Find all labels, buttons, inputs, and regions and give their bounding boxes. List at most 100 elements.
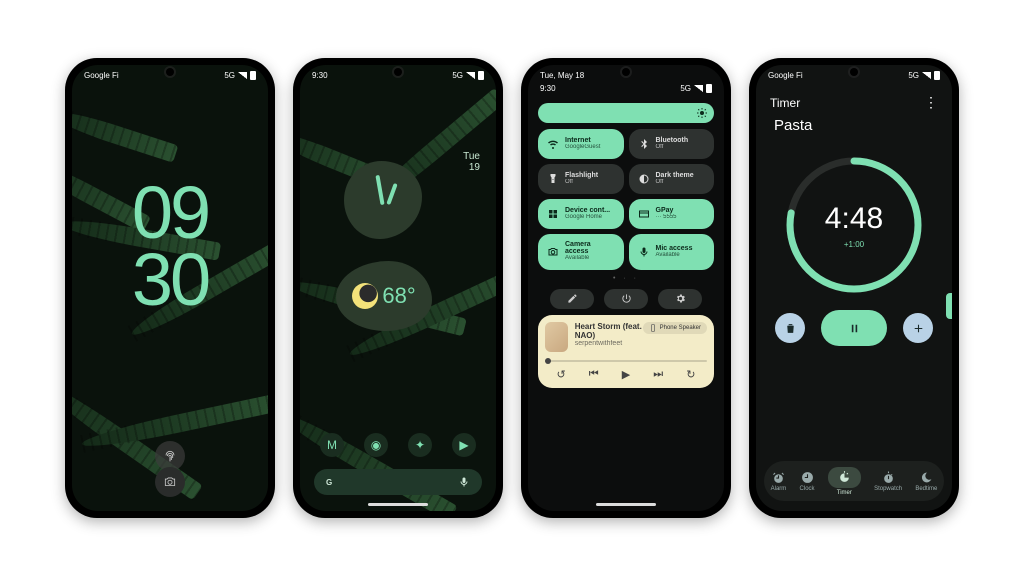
nav-label: Stopwatch xyxy=(874,486,902,492)
search-bar[interactable]: G xyxy=(314,469,482,495)
date-widget[interactable]: Tue 19 xyxy=(463,151,480,173)
clock-hours: 09 xyxy=(72,180,268,247)
timer-controls xyxy=(756,310,952,346)
seek-bar[interactable] xyxy=(545,360,707,362)
qs-tile-camera-access[interactable]: Camera accessAvailable xyxy=(538,234,624,270)
youtube-icon[interactable]: ▶ xyxy=(452,433,476,457)
add-timer-button[interactable] xyxy=(903,313,933,343)
network-label: 5G xyxy=(908,71,919,80)
power-button[interactable] xyxy=(604,289,648,309)
media-controls: ↺ ⏮ ▶ ⏭ ↻ xyxy=(545,368,707,381)
mic-access-icon xyxy=(638,246,650,258)
tile-label: Flashlight xyxy=(565,172,598,179)
nav-bedtime[interactable]: Bedtime xyxy=(915,471,937,492)
tile-label: Mic access xyxy=(656,245,693,252)
output-chip[interactable]: Phone Speaker xyxy=(643,322,707,334)
qs-tile-bluetooth[interactable]: BluetoothOff xyxy=(629,129,715,159)
maps-icon[interactable]: ◉ xyxy=(364,433,388,457)
weather-widget[interactable]: 68° xyxy=(336,261,432,331)
nav-timer[interactable]: Timer xyxy=(828,467,861,496)
qs-tile-flashlight[interactable]: FlashlightOff xyxy=(538,164,624,194)
previous-icon[interactable]: ⏮ xyxy=(589,368,599,381)
tile-label: Internet xyxy=(565,137,600,144)
camera-icon xyxy=(163,475,177,489)
network-label: 5G xyxy=(680,84,691,93)
gpay-icon xyxy=(638,208,650,220)
punch-hole-camera xyxy=(850,68,858,76)
date-weekday: Tue xyxy=(463,151,480,162)
qs-tile-device-cont-[interactable]: Device cont...Google Home xyxy=(538,199,624,229)
device-controls-icon xyxy=(547,208,559,220)
status-time: 9:30 xyxy=(540,84,556,93)
qs-tile-gpay[interactable]: GPay··· 5555 xyxy=(629,199,715,229)
clock-hour-hand xyxy=(386,183,397,205)
status-bar: 9:30 5G xyxy=(528,82,724,99)
nav-alarm[interactable]: Alarm xyxy=(771,471,787,492)
nav-label: Timer xyxy=(837,490,852,496)
timer-time: 4:48 xyxy=(825,202,883,236)
brightness-icon xyxy=(696,107,708,119)
qs-tile-mic-access[interactable]: Mic accessAvailable xyxy=(629,234,715,270)
signal-icon xyxy=(466,72,475,79)
app-title: Timer xyxy=(770,96,800,110)
tile-label: GPay xyxy=(656,207,677,214)
page-dots[interactable]: • · · xyxy=(528,270,724,287)
nav-label: Clock xyxy=(800,486,815,492)
phone-lockscreen: Google Fi 5G Coffee with Robin in 30 min… xyxy=(65,58,275,518)
qs-tile-dark-theme[interactable]: Dark themeOff xyxy=(629,164,715,194)
track-title: Heart Storm (feat. NAO) xyxy=(575,322,643,340)
app-dock: M ◉ ✦ ▶ xyxy=(300,433,496,457)
clock-icon xyxy=(801,471,814,484)
add-timer-tab[interactable] xyxy=(946,293,952,319)
timer-ring: 4:48 +1:00 xyxy=(779,150,929,300)
clock-minute-hand xyxy=(375,175,384,205)
camera-shortcut[interactable] xyxy=(155,467,185,497)
brightness-slider[interactable] xyxy=(538,103,714,123)
timer-label[interactable]: Pasta xyxy=(756,115,952,136)
carrier-label: Google Fi xyxy=(768,71,803,80)
qs-tile-internet[interactable]: InternetGoogleGuest xyxy=(538,129,624,159)
weather-temp: 68° xyxy=(382,283,415,309)
nav-clock[interactable]: Clock xyxy=(800,471,815,492)
alarm-icon xyxy=(772,471,785,484)
rewind-30-icon[interactable]: ↺ xyxy=(557,368,566,381)
forward-30-icon[interactable]: ↻ xyxy=(686,368,695,381)
settings-icon xyxy=(675,293,686,304)
flashlight-icon xyxy=(547,173,559,185)
status-time: 9:30 xyxy=(312,71,328,80)
gmail-icon[interactable]: M xyxy=(320,433,344,457)
pause-icon xyxy=(848,322,861,335)
play-icon[interactable]: ▶ xyxy=(622,368,630,381)
network-label: 5G xyxy=(224,71,235,80)
tile-label: Bluetooth xyxy=(656,137,689,144)
weather-moon-icon xyxy=(352,283,378,309)
overflow-menu[interactable]: ⋮ xyxy=(924,94,938,111)
media-card[interactable]: Phone Speaker Heart Storm (feat. NAO) se… xyxy=(538,315,714,388)
add-minute-button[interactable]: +1:00 xyxy=(844,240,864,249)
delete-timer-button[interactable] xyxy=(775,313,805,343)
pause-button[interactable] xyxy=(821,310,887,346)
camera-access-icon xyxy=(547,246,559,258)
google-g-icon: G xyxy=(326,478,332,487)
output-label: Phone Speaker xyxy=(660,325,701,331)
punch-hole-camera xyxy=(622,68,630,76)
bedtime-icon xyxy=(920,471,933,484)
network-label: 5G xyxy=(452,71,463,80)
edit-button[interactable] xyxy=(550,289,594,309)
photos-icon[interactable]: ✦ xyxy=(408,433,432,457)
gesture-pill[interactable] xyxy=(596,503,656,506)
tile-sub: Available xyxy=(565,255,615,263)
nav-label: Alarm xyxy=(771,486,787,492)
tile-label: Camera access xyxy=(565,241,615,255)
gesture-pill[interactable] xyxy=(368,503,428,506)
next-icon[interactable]: ⏭ xyxy=(653,368,663,381)
plus-icon xyxy=(912,322,925,335)
punch-hole-camera xyxy=(394,68,402,76)
settings-button[interactable] xyxy=(658,289,702,309)
mic-icon[interactable] xyxy=(458,476,470,488)
carrier-label: Google Fi xyxy=(84,71,119,80)
nav-stopwatch[interactable]: Stopwatch xyxy=(874,471,902,492)
tile-sub: Off xyxy=(656,179,694,187)
qs-footer-controls xyxy=(528,289,724,309)
track-artist: serpentwithfeet xyxy=(575,340,643,347)
